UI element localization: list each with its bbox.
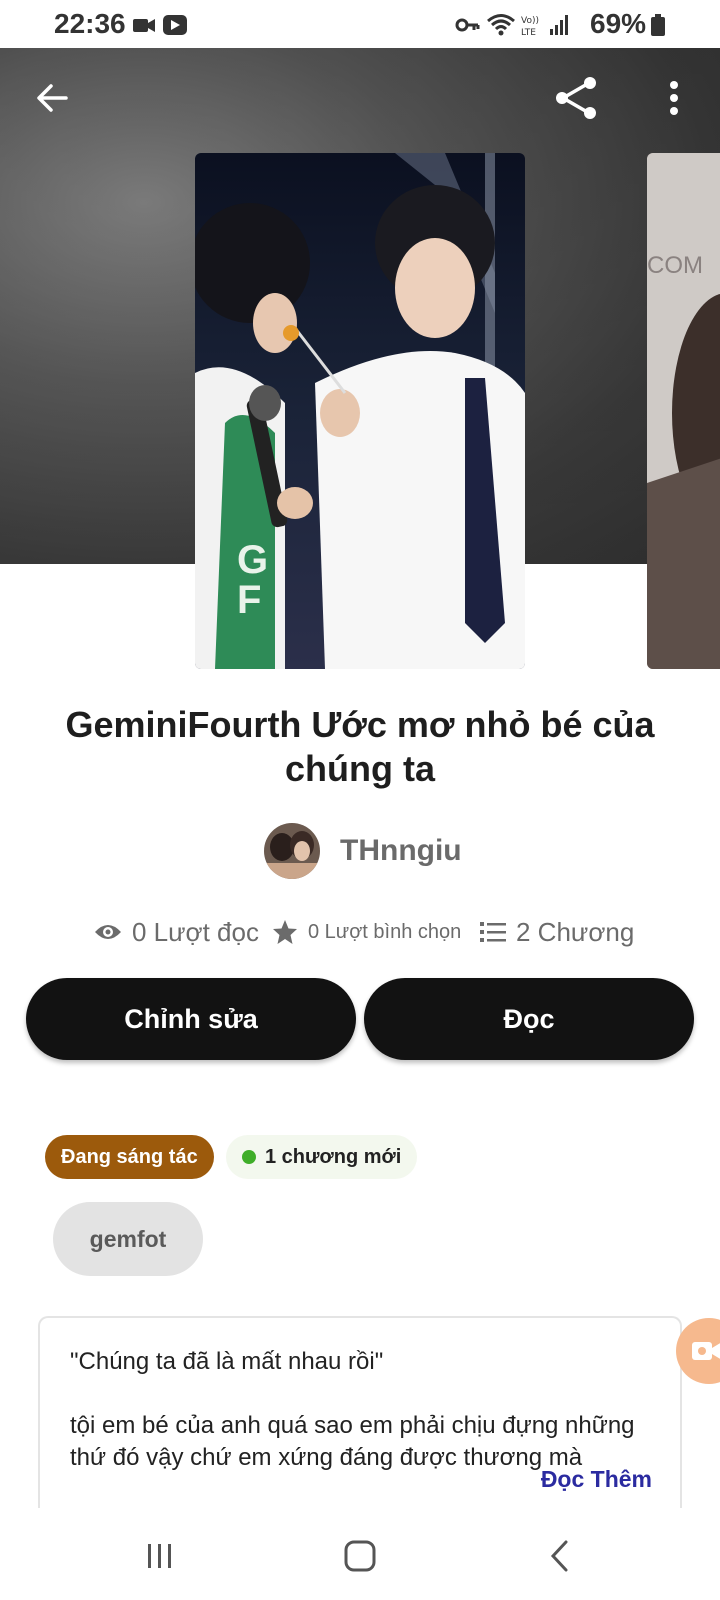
cover-photo-illustration: G F: [195, 153, 525, 669]
reads-count: 0 Lượt đọc: [132, 916, 259, 947]
description-line: tội em bé của anh quá sao em phải chịu đ…: [70, 1412, 635, 1439]
new-chapter-dot-icon: [242, 1150, 256, 1164]
battery-percent: 69%: [590, 8, 647, 39]
home-button[interactable]: [330, 1532, 390, 1580]
home-icon: [344, 1540, 376, 1572]
description-line: "Chúng ta đã là mất nhau rồi": [70, 1348, 384, 1375]
back-arrow-icon: [37, 84, 68, 112]
volte-icon: Vo)) LTE: [521, 16, 539, 38]
back-nav-button[interactable]: [530, 1532, 590, 1580]
next-cover-preview[interactable]: COM: [647, 153, 720, 669]
floating-video-button[interactable]: [676, 1318, 720, 1384]
author-name: THnngiu: [340, 834, 462, 867]
description-line: thứ đó vậy chứ em xứng đáng được thương …: [70, 1444, 583, 1471]
new-chapter-badge: 1 chương mới: [226, 1135, 418, 1179]
story-title: GeminiFourth Ước mơ nhỏ bé của chúng ta: [65, 704, 655, 789]
svg-text:LTE: LTE: [521, 28, 536, 38]
svg-text:F: F: [237, 578, 261, 622]
svg-text:Vo)): Vo)): [521, 16, 539, 26]
status-time: 22:36: [54, 8, 126, 39]
svg-text:G: G: [237, 538, 268, 582]
status-badge: Đang sáng tác: [45, 1135, 214, 1179]
video-camera-icon: [692, 1342, 720, 1360]
battery-icon: [651, 14, 665, 36]
stat-chapters[interactable]: 2 Chương: [480, 912, 634, 952]
recent-apps-button[interactable]: [130, 1532, 190, 1580]
next-cover-illustration: COM: [647, 153, 720, 669]
share-icon: [556, 77, 596, 119]
signal-icon: [550, 15, 568, 35]
story-stats: 0 Lượt đọc 0 Lượt bình chọn 2 Chương: [94, 912, 654, 952]
read-button[interactable]: Đọc: [364, 978, 694, 1060]
system-navigation-bar: [0, 1508, 720, 1600]
more-vertical-icon: [670, 81, 678, 115]
screen-record-icon: [163, 15, 187, 35]
recent-apps-icon: [148, 1544, 171, 1568]
tag-chip[interactable]: gemfot: [53, 1202, 203, 1276]
video-camera-icon: [133, 19, 155, 32]
back-button[interactable]: [24, 70, 80, 126]
story-description: "Chúng ta đã là mất nhau rồi" tội em bé …: [38, 1316, 682, 1516]
read-more-link[interactable]: Đọc Thêm: [541, 1466, 652, 1493]
edit-button[interactable]: Chỉnh sửa: [26, 978, 356, 1060]
eye-icon: [95, 925, 121, 939]
new-chapter-label: 1 chương mới: [265, 1145, 402, 1168]
vpn-key-icon: [455, 18, 480, 32]
list-icon: [480, 922, 506, 942]
avatar: [264, 823, 320, 879]
wifi-icon: [487, 14, 515, 36]
star-icon: [273, 920, 297, 944]
stat-reads: 0 Lượt đọc: [94, 912, 259, 952]
stat-votes: 0 Lượt bình chọn: [272, 912, 461, 952]
status-bar: 22:36 Vo)) LTE 69%: [0, 0, 720, 48]
author-avatar-image: [264, 823, 320, 879]
author-link[interactable]: THnngiu: [264, 822, 462, 880]
story-cover-image[interactable]: G F: [195, 153, 525, 669]
votes-count: 0 Lượt bình chọn: [308, 920, 462, 943]
chapters-count: 2 Chương: [516, 916, 635, 947]
svg-text:COM: COM: [647, 252, 703, 279]
more-menu-button[interactable]: [646, 70, 702, 126]
chevron-left-icon: [550, 1540, 568, 1572]
share-button[interactable]: [548, 70, 604, 126]
